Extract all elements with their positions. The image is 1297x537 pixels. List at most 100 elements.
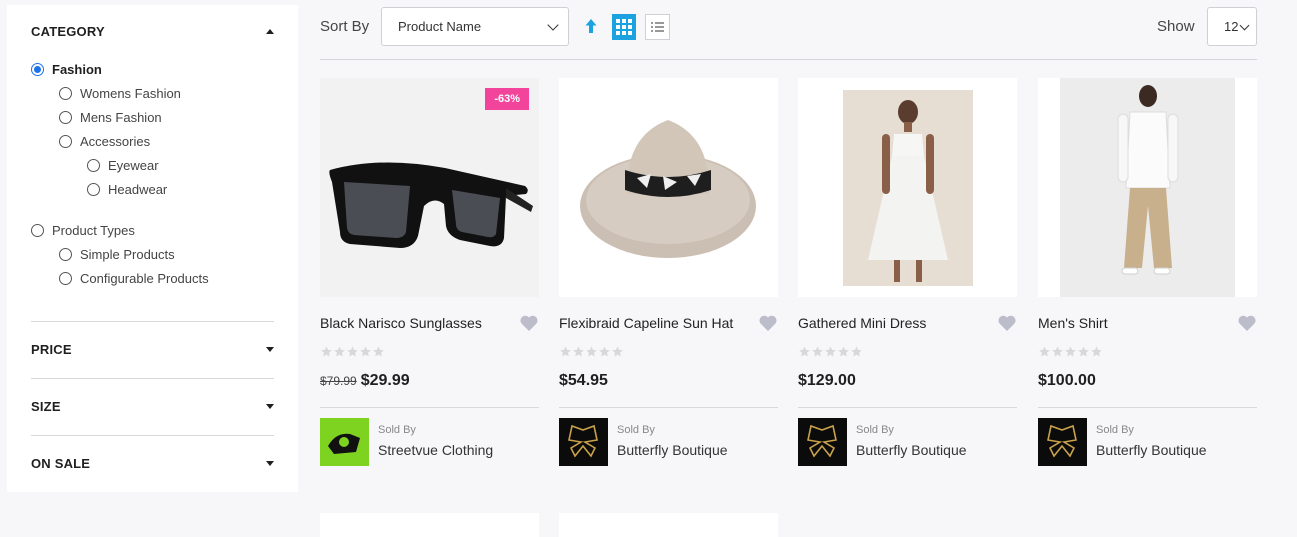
radio-button[interactable] — [31, 224, 44, 237]
category-option-mens-fashion[interactable]: Mens Fashion — [59, 110, 162, 125]
page-size-select[interactable]: 12 — [1207, 7, 1257, 46]
on-sale-facet-title: ON SALE — [31, 456, 91, 471]
current-price: $100.00 — [1038, 372, 1096, 389]
discount-badge: -63% — [485, 88, 529, 110]
radio-button[interactable] — [31, 63, 44, 76]
sold-by-label: Sold By — [617, 424, 655, 436]
star-icon — [334, 346, 345, 357]
product-image[interactable] — [798, 78, 1017, 297]
sunglasses-image — [329, 162, 533, 248]
product-card-partial[interactable] — [559, 513, 778, 537]
radio-button[interactable] — [59, 248, 72, 261]
star-icon — [825, 346, 836, 357]
card-divider — [559, 407, 778, 408]
star-icon — [586, 346, 597, 357]
current-price: $54.95 — [559, 372, 608, 389]
radio-button[interactable] — [59, 135, 72, 148]
product-card-partial[interactable] — [320, 513, 539, 537]
star-icon — [1091, 346, 1102, 357]
product-price: $54.95 — [559, 372, 608, 390]
card-divider — [320, 407, 539, 408]
star-icon — [1065, 346, 1076, 357]
sort-select[interactable]: Product Name — [381, 7, 569, 46]
seller-logo[interactable] — [798, 418, 847, 466]
seller-logo[interactable] — [559, 418, 608, 466]
category-option-fashion[interactable]: Fashion — [31, 62, 102, 77]
grid-view-icon[interactable] — [612, 14, 636, 40]
star-icon — [360, 346, 371, 357]
product-image[interactable]: -63% — [320, 78, 539, 297]
radio-button[interactable] — [59, 272, 72, 285]
star-icon — [573, 346, 584, 357]
star-icon — [851, 346, 862, 357]
card-divider — [1038, 407, 1257, 408]
seller-logo[interactable] — [320, 418, 369, 466]
card-divider — [798, 407, 1017, 408]
shirt-image — [1060, 78, 1235, 297]
star-icon — [799, 346, 810, 357]
caret-down-icon — [266, 347, 274, 352]
on-sale-facet-header[interactable]: ON SALE — [31, 456, 274, 471]
star-icon — [612, 346, 623, 357]
category-option-simple-products[interactable]: Simple Products — [59, 247, 175, 262]
sort-by-label: Sort By — [320, 18, 370, 35]
product-price: $129.00 — [798, 372, 856, 390]
seller-logo[interactable] — [1038, 418, 1087, 466]
rating-stars — [320, 346, 385, 358]
heart-icon[interactable] — [758, 314, 778, 332]
product-name[interactable]: Flexibraid Capeline Sun Hat — [559, 315, 733, 331]
chevron-down-icon — [547, 19, 559, 31]
product-name[interactable]: Gathered Mini Dress — [798, 315, 926, 331]
size-facet-header[interactable]: SIZE — [31, 399, 274, 414]
radio-button[interactable] — [59, 87, 72, 100]
product-card: Men's Shirt $100.00 Sold By Butterfly Bo… — [1038, 78, 1257, 466]
caret-down-icon — [266, 404, 274, 409]
product-card: Flexibraid Capeline Sun Hat $54.95 Sold … — [559, 78, 778, 466]
list-view-icon[interactable] — [645, 14, 670, 40]
product-name[interactable]: Men's Shirt — [1038, 315, 1108, 331]
star-icon — [812, 346, 823, 357]
sun-hat-image — [580, 120, 756, 258]
category-option-configurable-products[interactable]: Configurable Products — [59, 271, 209, 286]
caret-down-icon — [266, 461, 274, 466]
heart-icon[interactable] — [1237, 314, 1257, 332]
category-option-accessories[interactable]: Accessories — [59, 134, 150, 149]
star-icon — [347, 346, 358, 357]
category-facet-title: CATEGORY — [31, 24, 105, 39]
heart-icon[interactable] — [519, 314, 539, 332]
radio-button[interactable] — [87, 183, 100, 196]
current-price: $29.99 — [360, 372, 410, 389]
product-image[interactable] — [1038, 78, 1257, 297]
radio-button[interactable] — [87, 159, 100, 172]
product-image[interactable] — [559, 78, 778, 297]
radio-button[interactable] — [59, 111, 72, 124]
heart-icon[interactable] — [997, 314, 1017, 332]
category-facet-header[interactable]: CATEGORY — [31, 24, 274, 39]
product-card: -63% Black Narisco Sunglasses $79.99 $29.… — [320, 78, 539, 466]
current-price: $129.00 — [798, 372, 856, 389]
product-card: Gathered Mini Dress $129.00 Sold By Butt… — [798, 78, 1017, 466]
star-icon — [1039, 346, 1050, 357]
old-price: $79.99 — [320, 374, 357, 388]
rating-stars — [798, 346, 863, 358]
rating-stars — [559, 346, 624, 358]
category-option-womens-fashion[interactable]: Womens Fashion — [59, 86, 181, 101]
category-option-eyewear[interactable]: Eyewear — [87, 158, 159, 173]
star-icon — [838, 346, 849, 357]
arrow-up-icon[interactable] — [584, 18, 598, 34]
seller-name[interactable]: Butterfly Boutique — [1096, 442, 1207, 458]
category-option-product-types[interactable]: Product Types — [31, 223, 135, 238]
show-label: Show — [1157, 18, 1195, 35]
dress-image — [843, 90, 973, 286]
product-name[interactable]: Black Narisco Sunglasses — [320, 315, 482, 331]
product-price: $79.99 $29.99 — [320, 372, 410, 390]
seller-name[interactable]: Streetvue Clothing — [378, 442, 493, 458]
category-option-headwear[interactable]: Headwear — [87, 182, 167, 197]
facet-divider — [31, 321, 274, 322]
chevron-down-icon — [1239, 20, 1250, 31]
price-facet-header[interactable]: PRICE — [31, 342, 274, 357]
star-icon — [1078, 346, 1089, 357]
seller-name[interactable]: Butterfly Boutique — [856, 442, 967, 458]
seller-name[interactable]: Butterfly Boutique — [617, 442, 728, 458]
facet-divider — [31, 435, 274, 436]
